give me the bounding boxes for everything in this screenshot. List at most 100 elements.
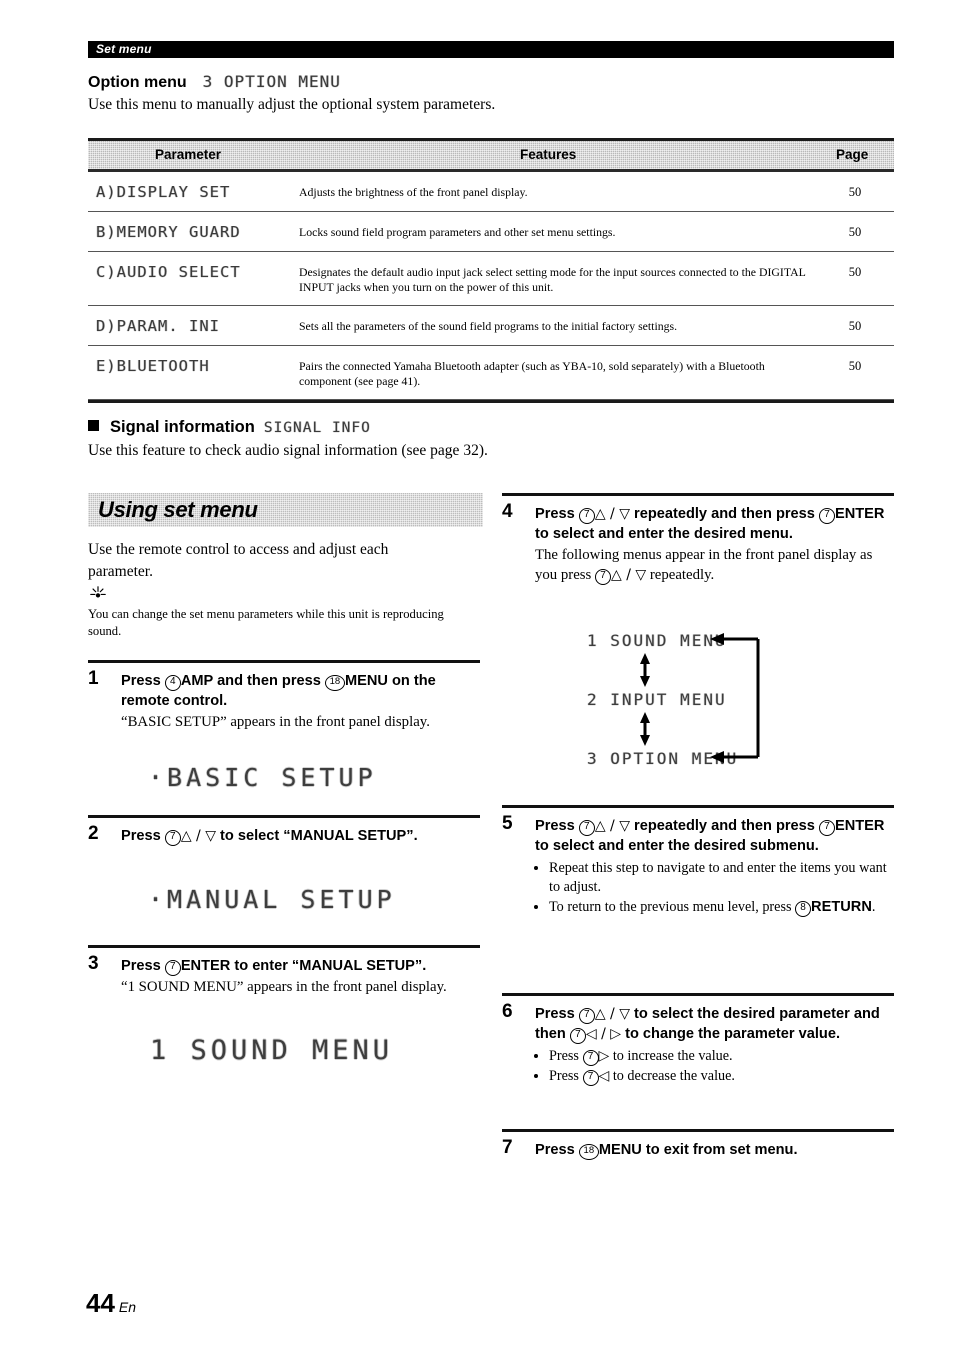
- step-rule: [502, 993, 894, 996]
- row-page: 50: [848, 319, 862, 333]
- step-lead-c: and then press: [217, 673, 321, 689]
- step-lead-a: Press: [121, 958, 161, 974]
- remote-key-badge: 18: [578, 1144, 599, 1160]
- row-parameter: A)DISPLAY SET: [96, 183, 231, 201]
- step-lead-a: Press: [535, 1006, 575, 1022]
- row-features: Locks sound field program parameters and…: [299, 225, 616, 239]
- step-key-return: RETURN: [811, 899, 872, 915]
- step-lead-b: repeatedly and then press: [634, 818, 815, 834]
- step-lead: Press 7 △ / ▽ repeatedly and then press 7…: [535, 816, 890, 856]
- row-features: Sets all the parameters of the sound fie…: [299, 319, 678, 333]
- remote-key-badge: 7: [578, 508, 595, 524]
- step-1: 1 Press 4 AMP and then press 18 MENU on th…: [88, 660, 480, 815]
- step-rule: [88, 660, 480, 663]
- step-lead-d: to select and enter the desired submenu.: [535, 838, 819, 854]
- step-note-b: repeatedly.: [649, 567, 715, 583]
- signal-information-title: Signal information: [110, 418, 255, 436]
- step-lead: Press 4 AMP and then press 18 MENU on the …: [121, 671, 476, 711]
- option-menu-lcd-label: 3 OPTION MENU: [202, 72, 341, 91]
- list-item: Press 7◁ to decrease the value.: [549, 1067, 890, 1086]
- remote-key-badge: 7: [582, 1050, 599, 1066]
- table-header-page: Page: [836, 147, 869, 162]
- step-6: 6 Press 7 △ / ▽ to select the desired par…: [502, 993, 894, 1129]
- signal-information-description: Use this feature to check audio signal i…: [88, 442, 488, 459]
- signal-information-lcd-label: SIGNAL INFO: [263, 420, 371, 436]
- step-lead-c: to change the parameter value.: [625, 1026, 841, 1042]
- manual-page: Set menu Option menu 3 OPTION MENU Use t…: [0, 0, 954, 1348]
- table-row: E)BLUETOOTH Pairs the connected Yamaha B…: [88, 346, 894, 400]
- step-lead-a: Press: [535, 506, 575, 522]
- running-head-label: Set menu: [96, 42, 152, 56]
- step-rule: [502, 493, 894, 496]
- step-key-menu: MENU: [598, 1142, 642, 1158]
- step-number: 7: [502, 1137, 513, 1158]
- step-key-menu: MENU: [344, 673, 388, 689]
- step-4: 4 Press 7 △ / ▽ repeatedly and then press…: [502, 493, 894, 805]
- list-item: Repeat this step to navigate to and ente…: [549, 859, 890, 897]
- table-header-features: Features: [520, 147, 577, 162]
- remote-key-badge: 7: [818, 820, 835, 836]
- option-menu-description: Use this menu to manually adjust the opt…: [88, 96, 496, 113]
- step-bullet-list: Repeat this step to navigate to and ente…: [535, 859, 890, 917]
- row-parameter: B)MEMORY GUARD: [96, 223, 241, 241]
- using-set-menu-tip: You can change the set menu parameters w…: [88, 607, 444, 638]
- remote-key-badge: 18: [324, 675, 345, 691]
- list-item: Press 7▷ to increase the value.: [549, 1047, 890, 1066]
- using-set-menu-banner: Using set menu: [88, 493, 483, 527]
- row-page: 50: [848, 359, 862, 373]
- remote-key-badge: 7: [578, 1008, 595, 1024]
- step-lead-c: to exit from set menu.: [645, 1142, 798, 1158]
- remote-key-badge: 7: [578, 820, 595, 836]
- bullet-tail: .: [871, 899, 876, 915]
- bullet-text: To return to the previous menu level, pr…: [549, 899, 792, 915]
- list-item: To return to the previous menu level, pr…: [549, 898, 890, 917]
- table-bottom-rule: [88, 400, 894, 403]
- step-lead: Press 7 △ / ▽ repeatedly and then press 7…: [535, 504, 890, 544]
- remote-key-badge: 7: [818, 508, 835, 524]
- leftright-arrow-glyphs: ◁ / ▷: [585, 1026, 622, 1042]
- step-number: 4: [502, 501, 513, 522]
- lcd-display-sound-menu: 1 SOUND MENU: [150, 1035, 394, 1066]
- running-head-bar: Set menu: [88, 41, 894, 58]
- remote-key-badge: 4: [164, 675, 181, 691]
- bullet-pre: Press: [549, 1068, 579, 1084]
- tip-starburst-icon: [90, 586, 106, 598]
- cycle-loop-arrow: [710, 633, 760, 763]
- step-lead-d: to select and enter the desired menu.: [535, 526, 793, 542]
- step-lead-b: repeatedly and then press: [634, 506, 815, 522]
- right-arrow-glyph: ▷: [598, 1048, 610, 1064]
- step-body: Press 4 AMP and then press 18 MENU on the …: [121, 671, 476, 732]
- remote-key-badge: 8: [795, 901, 812, 917]
- row-parameter: C)AUDIO SELECT: [96, 263, 241, 281]
- step-2: 2 Press 7 △ / ▽ to select “MANUAL SETUP”.…: [88, 815, 480, 945]
- option-menu-heading: Option menu 3 OPTION MENU: [88, 72, 341, 92]
- bullet-square-icon: [88, 420, 99, 431]
- step-number: 5: [502, 813, 513, 834]
- row-features: Pairs the connected Yamaha Bluetooth ada…: [299, 359, 765, 388]
- step-note: “1 SOUND MENU” appears in the front pane…: [121, 979, 447, 995]
- remote-key-badge: 7: [164, 960, 181, 976]
- step-key-enter: ENTER: [834, 506, 885, 522]
- step-rule: [88, 815, 480, 818]
- table-header-row: Parameter Features Page: [88, 141, 894, 169]
- step-body: Press 7 ENTER to enter “MANUAL SETUP”. “1…: [121, 956, 476, 997]
- using-set-menu-intro: Use the remote control to access and adj…: [88, 541, 389, 580]
- page-language: En: [118, 1299, 137, 1315]
- updown-arrow-glyphs: △ / ▽: [594, 818, 630, 834]
- left-column: Using set menu Use the remote control to…: [88, 493, 483, 1066]
- step-key-amp: AMP: [180, 673, 213, 689]
- step-rule: [502, 805, 894, 808]
- step-body: Press 7 △ / ▽ repeatedly and then press 7…: [535, 816, 890, 918]
- bullet-pre: Press: [549, 1048, 579, 1064]
- table-row: D)PARAM. INI Sets all the parameters of …: [88, 306, 894, 346]
- step-7: 7 Press 18 MENU to exit from set menu.: [502, 1129, 894, 1189]
- step-lead-a: Press: [535, 1142, 575, 1158]
- remote-key-badge: 7: [164, 830, 181, 846]
- bullet-post: to increase the value.: [612, 1048, 733, 1064]
- option-menu-title: Option menu: [88, 74, 187, 91]
- step-lead: Press 18 MENU to exit from set menu.: [535, 1140, 890, 1160]
- step-lead-c: to enter “MANUAL SETUP”.: [234, 958, 427, 974]
- step-key-enter: ENTER: [834, 818, 885, 834]
- step-bullet-list: Press 7▷ to increase the value. Press 7◁…: [535, 1047, 890, 1086]
- step-note: “BASIC SETUP” appears in the front panel…: [121, 714, 430, 730]
